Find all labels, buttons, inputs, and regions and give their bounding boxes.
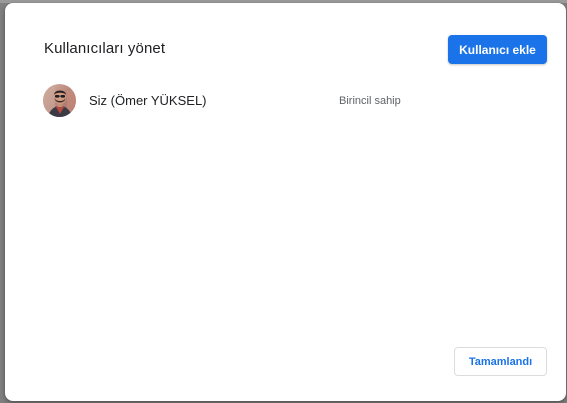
avatar [43, 84, 76, 117]
user-role: Birincil sahip [339, 95, 401, 107]
dialog-title: Kullanıcıları yönet [44, 40, 166, 57]
user-name: Siz (Ömer YÜKSEL) [89, 93, 207, 108]
manage-users-dialog: Kullanıcıları yönet Kullanıcı ekle Siz (… [5, 3, 566, 401]
add-user-button[interactable]: Kullanıcı ekle [448, 35, 547, 64]
done-button[interactable]: Tamamlandı [454, 347, 547, 376]
avatar-photo-icon [43, 84, 76, 117]
user-row: Siz (Ömer YÜKSEL) Birincil sahip [43, 84, 543, 118]
